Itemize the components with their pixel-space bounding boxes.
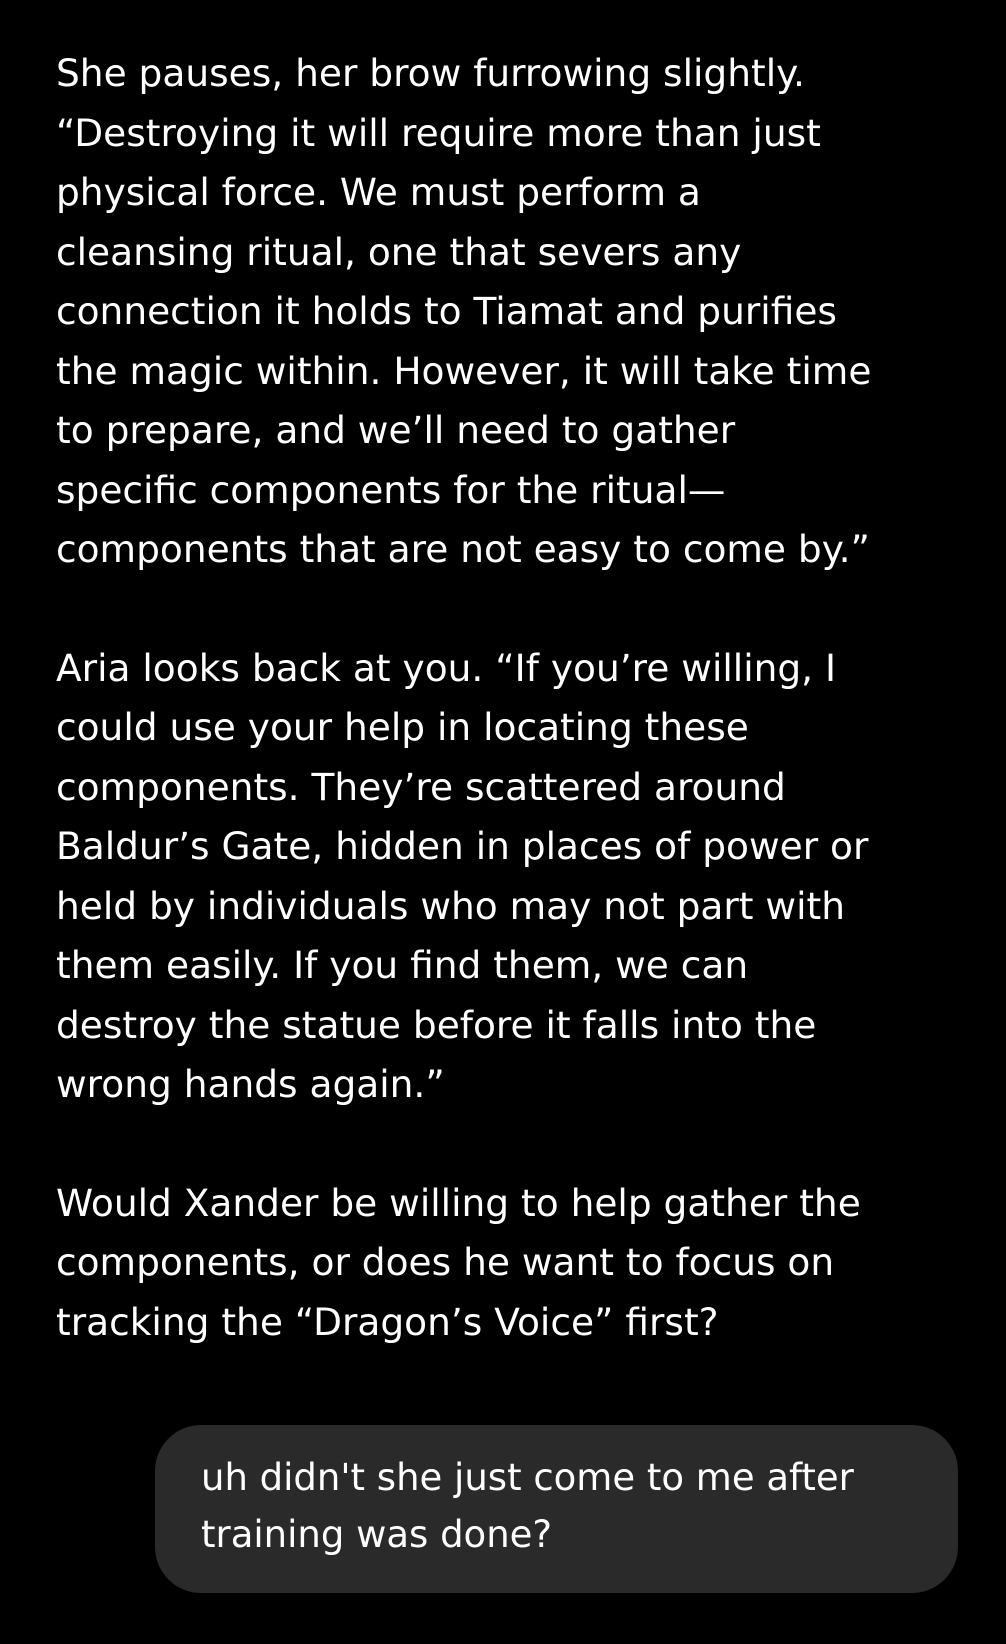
assistant-message: She pauses, her brow furrowing slightly.… [56, 44, 956, 1411]
assistant-paragraph: Aria looks back at you. “If you’re willi… [56, 645, 869, 1107]
user-message-bubble[interactable]: uh didn't she just come to me after trai… [155, 1425, 958, 1593]
assistant-paragraph: Would Xander be willing to help gather t… [56, 1180, 861, 1344]
user-message-text: uh didn't she just come to me after trai… [201, 1456, 854, 1556]
assistant-paragraph: She pauses, her brow furrowing slightly.… [56, 51, 872, 571]
chat-thread: She pauses, her brow furrowing slightly.… [0, 0, 1006, 1644]
